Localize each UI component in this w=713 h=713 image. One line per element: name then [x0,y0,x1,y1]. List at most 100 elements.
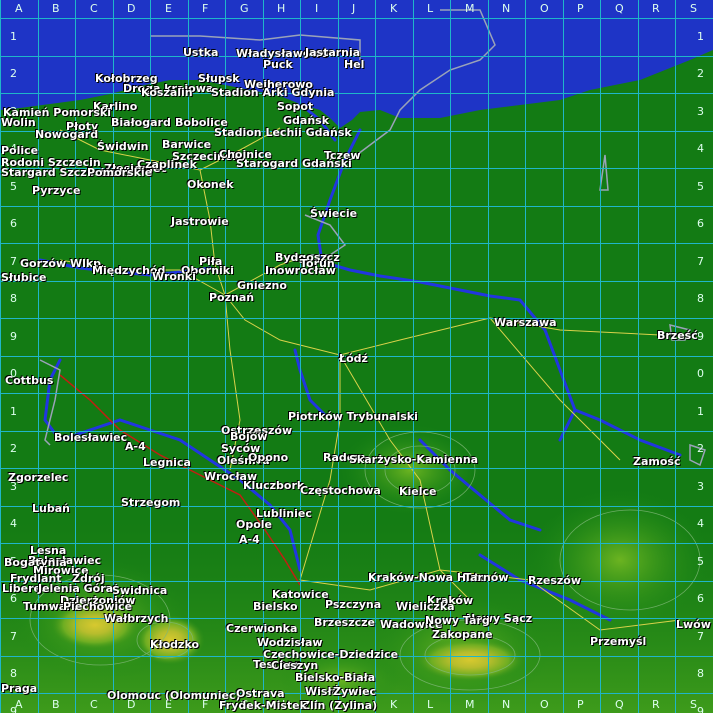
grid-row-label-right: 0 [697,367,704,380]
grid-row-label-right: 1 [697,30,704,43]
city-label[interactable]: Pszczyna [325,599,381,611]
city-label[interactable]: A-4 [239,534,260,546]
city-label[interactable]: Kłodzko [150,639,199,651]
grid-row-label-right: 9 [697,330,704,343]
city-label[interactable]: Bolesławiec [54,432,127,444]
grid-row-label-left: 9 [10,330,17,343]
city-label[interactable]: Bielsko [253,601,298,613]
city-label[interactable]: Świecie [310,208,357,220]
grid-column-label-bottom: C [90,698,98,711]
map-view[interactable]: AABBCCDDEEFFGGHHIIJJKKLLMMNNOOPPQQRRSSTT… [0,0,713,713]
city-label[interactable]: Poznań [209,292,254,304]
grid-row-label-left: 5 [10,180,17,193]
city-label[interactable]: Stadion Lechii Gdańsk [214,127,352,139]
grid-column-label-bottom: R [652,698,660,711]
grid-column-label-top: L [427,2,434,15]
city-label[interactable]: Wolin [1,117,36,129]
city-label[interactable]: Inowrocław [265,265,336,277]
city-label[interactable]: Częstochowa [300,485,381,497]
city-label[interactable]: Opono [248,452,288,464]
grid-column-label-top: F [202,2,209,15]
city-label[interactable]: Wałbrzych [104,613,168,625]
city-label[interactable]: Słupsk [198,73,240,85]
grid-column-label-top: I [315,2,319,15]
city-label[interactable]: Łódź [339,353,368,365]
grid-row-label-left: 8 [10,667,17,680]
city-label[interactable]: Kielce [399,486,437,498]
city-label[interactable]: Zamość [633,456,681,468]
city-label[interactable]: Bielsko-Biała [295,672,375,684]
grid-row-label-right: 6 [697,217,704,230]
grid-column-label-bottom: N [502,698,511,711]
city-label[interactable]: Wronki [152,271,196,283]
city-label[interactable]: Lwów [676,619,711,631]
grid-column-label-bottom: K [390,698,398,711]
grid-column-label-top: R [652,2,660,15]
city-label[interactable]: Zgorzelec [8,472,68,484]
city-label[interactable]: Okonek [187,179,234,191]
city-label[interactable]: Piotrków Trybunalski [288,411,418,423]
city-label[interactable]: Opole [236,519,272,531]
grid-row-label-right: 2 [697,67,704,80]
grid-row-label-right: 3 [697,480,704,493]
grid-row-label-right: 6 [697,592,704,605]
grid-column-label-top: C [90,2,98,15]
city-label[interactable]: Zlin (Zylina) [302,700,377,712]
city-label[interactable]: Praga [1,683,37,695]
grid-row-label-left: 7 [10,630,17,643]
bieszczady-hills [530,490,710,630]
city-label[interactable]: Wieliczka [396,601,455,613]
grid-column-label-top: D [127,2,136,15]
city-label[interactable]: Białogard [111,117,171,129]
city-label[interactable]: Nowy Targ [425,615,490,627]
grid-row-label-right: 7 [697,630,704,643]
grid-row-label-right: 3 [697,105,704,118]
city-label[interactable]: A-4 [125,441,146,453]
grid-row-label-left: 6 [10,217,17,230]
city-label[interactable]: Legnica [143,457,191,469]
city-label[interactable]: Starogard Gdański [236,158,352,170]
city-label[interactable]: Cottbus [5,375,53,387]
grid-column-label-top: A [15,2,23,15]
city-label[interactable]: Tarnów [464,572,508,584]
city-label[interactable]: Zakopane [432,629,493,641]
grid-column-label-top: Q [615,2,624,15]
city-label[interactable]: Warszawa [494,317,557,329]
city-label[interactable]: Przemyśl [590,636,646,648]
grid-column-label-bottom: P [577,698,584,711]
city-label[interactable]: Koszalin [141,87,193,99]
city-label[interactable]: Lubań [32,503,70,515]
grid-row-label-right: 4 [697,517,704,530]
city-label[interactable]: Nowogard [35,129,98,141]
grid-row-label-right: 7 [697,255,704,268]
city-label[interactable]: Puck [263,59,293,71]
city-label[interactable]: Kluczbork [243,480,304,492]
grid-row-label-right: 2 [697,442,704,455]
grid-column-label-top: H [277,2,286,15]
city-label[interactable]: Czerwionka [226,623,297,635]
city-label[interactable]: Pyrzyce [32,185,80,197]
grid-column-label-top: E [165,2,172,15]
grid-column-label-bottom: Q [615,698,624,711]
grid-row-label-right: 1 [697,405,704,418]
city-label[interactable]: Brzeszcze [314,617,375,629]
city-label[interactable]: Skarżysko-Kamienna [349,454,478,466]
city-label[interactable]: Ustka [183,47,218,59]
city-label[interactable]: Strzegom [121,497,180,509]
city-label[interactable]: Jastrowie [171,216,229,228]
city-label[interactable]: Stadion Arki Gdynia [211,87,334,99]
city-label[interactable]: Brześć [657,330,698,342]
grid-column-label-top: M [465,2,475,15]
city-label[interactable]: Żywiec [333,686,376,698]
grid-row-label-right: 9 [697,705,704,713]
city-label[interactable]: Rzeszów [528,575,581,587]
grid-row-label-right: 5 [697,555,704,568]
city-label[interactable]: Słubice [1,272,46,284]
grid-row-label-left: 2 [10,67,17,80]
city-label[interactable]: Świdwin [97,141,149,153]
city-label[interactable]: Hel [344,59,364,71]
city-label[interactable]: Sopot [277,101,313,113]
grid-column-label-top: O [540,2,549,15]
city-label[interactable]: Frydek-Mistek [219,700,307,712]
city-label[interactable]: Pomorskie [87,167,152,179]
